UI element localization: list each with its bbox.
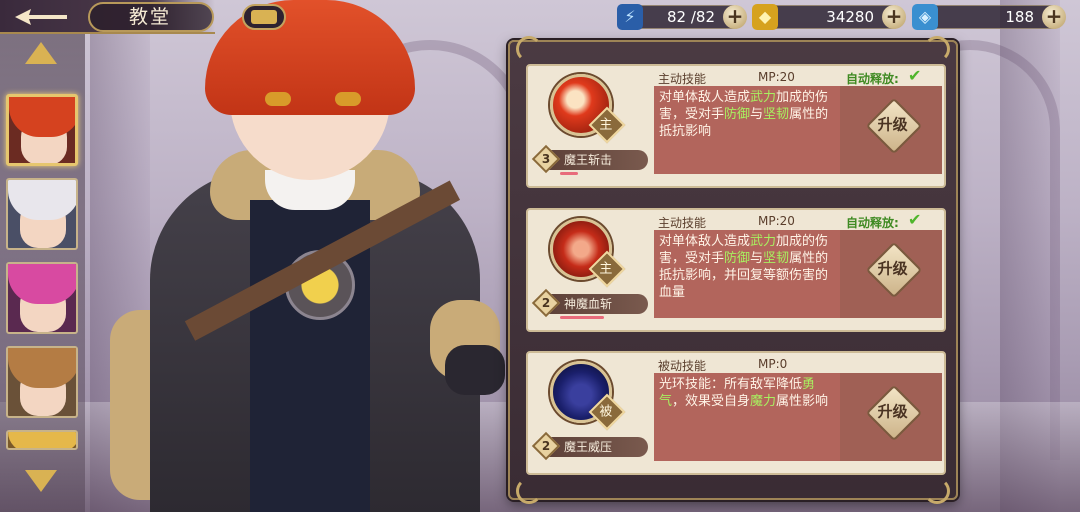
character-portrait xyxy=(100,0,520,512)
add-stamina-button[interactable]: + xyxy=(723,5,747,29)
lightning-icon: ⚡ xyxy=(617,4,643,30)
skill-type-label: 被动技能 xyxy=(658,359,707,373)
character-hair xyxy=(205,0,415,115)
chevron-up-icon xyxy=(25,42,57,64)
skill-description: 对单体敌人造成武力加成的伤害，受对手防御与坚韧属性的抵抗影响，并回复等额伤害的血… xyxy=(654,230,840,318)
skill-name-bar: 2 神魔血斩 xyxy=(531,288,648,319)
hero-portrait-brown-hair[interactable] xyxy=(6,346,78,418)
scroll-icon xyxy=(251,10,277,24)
skill-mp-label: MP:0 xyxy=(758,357,788,371)
upgrade-label: 升级 xyxy=(877,402,908,421)
auto-cast-checkbox[interactable]: ✔ xyxy=(908,66,921,85)
skill-type-label: 主动技能 xyxy=(658,72,707,86)
hero-hair xyxy=(8,180,76,220)
skill-description: 光环技能：所有敌军降低勇气，效果受自身魔力属性影响 xyxy=(654,373,840,461)
badge-text: 主 xyxy=(599,117,613,133)
ornament-corner xyxy=(924,36,950,62)
ornament-corner xyxy=(516,478,542,504)
scroll-up-button[interactable] xyxy=(16,34,66,72)
hero-list xyxy=(0,34,85,512)
skill-progress-bar xyxy=(560,316,604,319)
description-text: 与 xyxy=(750,107,764,122)
hero-hair xyxy=(8,432,76,448)
auto-cast-checkbox[interactable]: ✔ xyxy=(908,210,921,229)
gem-value: 188 xyxy=(1005,8,1034,26)
description-text: 对单体敌人造成 xyxy=(659,234,751,249)
hero-portrait-white-hair[interactable] xyxy=(6,178,78,250)
gold-coin-icon: ◆ xyxy=(752,4,778,30)
skill-name-bar: 3 魔王斩击 xyxy=(531,144,648,175)
character-eye-left xyxy=(265,92,291,106)
keyword-highlight: 坚韧 xyxy=(763,251,790,266)
top-bar: 教堂 xyxy=(0,0,215,34)
gold-value: 34280 xyxy=(826,8,874,26)
description-text: 对单体敌人造成 xyxy=(659,90,751,105)
skill-name: 魔王斩击 xyxy=(564,153,613,167)
skill-mp-label: MP:20 xyxy=(758,70,795,84)
hero-hair xyxy=(8,348,76,388)
hero-portrait-blonde[interactable] xyxy=(6,430,78,450)
skill-card-2: 主 2 神魔血斩 主动技能 MP:20 自动释放: ✔ 对单体敌人造成武力加成的… xyxy=(526,208,946,332)
upgrade-label: 升级 xyxy=(877,259,908,278)
back-arrow-icon xyxy=(15,9,67,25)
auto-cast-label: 自动释放: xyxy=(846,72,899,86)
badge-text: 被 xyxy=(599,404,613,420)
skill-progress-bar xyxy=(560,172,578,175)
skill-level: 2 xyxy=(541,296,551,310)
scroll-button[interactable] xyxy=(242,4,286,30)
page-title: 教堂 xyxy=(128,6,171,28)
auto-cast-label: 自动释放: xyxy=(846,216,899,230)
skill-level-badge: 2 xyxy=(531,431,561,461)
skill-level-badge: 3 xyxy=(531,144,561,174)
description-text: 与 xyxy=(750,251,764,266)
skill-level: 3 xyxy=(541,152,551,166)
hero-hair xyxy=(8,264,76,304)
skill-card-1: 主 3 魔王斩击 主动技能 MP:20 自动释放: ✔ 对单体敌人造成武力加成的… xyxy=(526,64,946,188)
skill-name: 魔王威压 xyxy=(564,440,613,454)
keyword-highlight: 魔力 xyxy=(750,394,777,409)
badge-text: 主 xyxy=(599,261,613,277)
ornament-corner xyxy=(924,478,950,504)
gem-counter: ◈ 188 + xyxy=(912,4,1066,30)
hero-portrait-pink-hair[interactable] xyxy=(6,262,78,334)
skill-card-3: 被 2 魔王威压 被动技能 MP:0 光环技能：所有敌军降低勇气，效果受自身魔力… xyxy=(526,351,946,475)
description-text: 属性影响 xyxy=(776,394,829,409)
description-text: ，效果受自身 xyxy=(672,394,751,409)
keyword-highlight: 武力 xyxy=(750,234,777,249)
skill-description: 对单体敌人造成武力加成的伤害，受对手防御与坚韧属性的抵抗影响 xyxy=(654,86,840,174)
chevron-down-icon xyxy=(25,470,57,492)
skill-level-badge: 2 xyxy=(531,288,561,318)
add-gold-button[interactable]: + xyxy=(882,5,906,29)
hero-portrait-red-hair[interactable] xyxy=(6,94,78,166)
stamina-value: 82 /82 xyxy=(667,8,715,26)
ornament-corner xyxy=(516,36,542,62)
upgrade-label: 升级 xyxy=(877,115,908,134)
skill-type-label: 主动技能 xyxy=(658,216,707,230)
keyword-highlight: 武力 xyxy=(750,90,777,105)
gold-counter: ◆ 34280 + xyxy=(752,4,906,30)
character-eye-right xyxy=(335,92,361,106)
skill-name-bar: 2 魔王威压 xyxy=(531,431,648,461)
back-button[interactable] xyxy=(6,3,76,31)
skill-level: 2 xyxy=(541,439,551,453)
keyword-highlight: 坚韧 xyxy=(763,107,790,122)
character-glove xyxy=(445,345,505,395)
add-gem-button[interactable]: + xyxy=(1042,5,1066,29)
gem-card-icon: ◈ xyxy=(912,4,938,30)
description-text: 光环技能：所有敌军降低 xyxy=(659,377,803,392)
skill-mp-label: MP:20 xyxy=(758,214,795,228)
keyword-highlight: 防御 xyxy=(724,251,751,266)
hero-hair xyxy=(9,97,75,137)
keyword-highlight: 防御 xyxy=(724,107,751,122)
skills-panel: 主 3 魔王斩击 主动技能 MP:20 自动释放: ✔ 对单体敌人造成武力加成的… xyxy=(508,36,958,504)
scroll-down-button[interactable] xyxy=(16,462,66,500)
stamina-counter: ⚡ 82 /82 + xyxy=(617,4,747,30)
skill-name: 神魔血斩 xyxy=(564,297,613,311)
